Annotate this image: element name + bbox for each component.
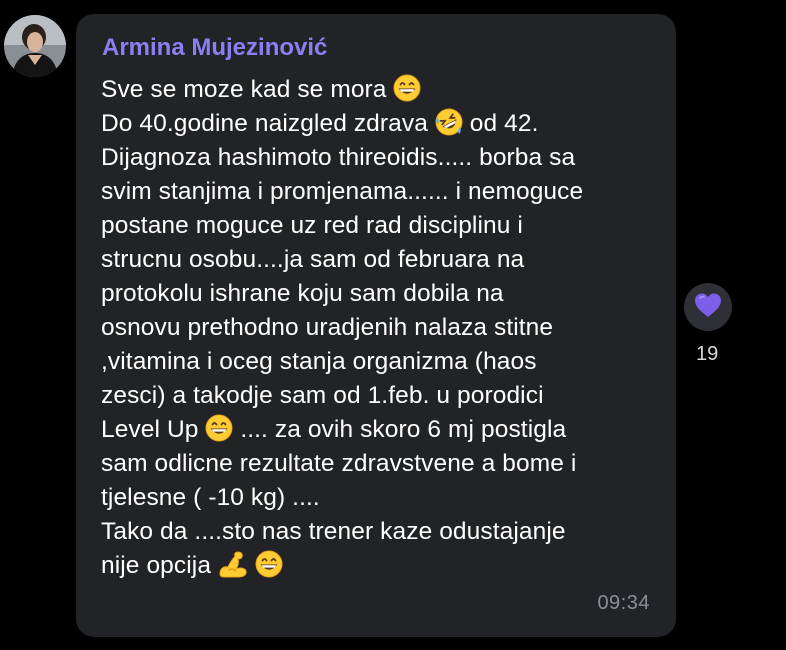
- message-text-segment: svim stanjima i promjenama...... i nemog…: [101, 178, 584, 205]
- message-line: Dijagnoza hashimoto thireoidis..... borb…: [101, 141, 671, 175]
- message-text-segment: .... za ovih skoro 6 mj postigla: [233, 416, 567, 443]
- message-text-segment: Dijagnoza hashimoto thireoidis..... borb…: [101, 144, 576, 171]
- purple-heart-icon: [694, 292, 722, 323]
- message-text-segment: zesci) a takodje sam od 1.feb. u porodic…: [101, 382, 544, 409]
- message-text-segment: Sve se moze kad se mora: [101, 76, 394, 103]
- grin-emoji-icon: [255, 550, 283, 578]
- message-timestamp: 09:34: [597, 592, 650, 614]
- message-text: Sve se moze kad se mora Do 40.godine nai…: [101, 73, 671, 583]
- message-line: Do 40.godine naizgled zdrava od 42.: [101, 107, 671, 141]
- message-text-segment: Level Up: [101, 416, 206, 443]
- message-text-segment: strucnu osobu....ja sam od februara na: [101, 246, 525, 273]
- message-line: protokolu ishrane koju sam dobila na: [101, 277, 671, 311]
- message-line: tjelesne ( -10 kg) ....: [101, 481, 671, 515]
- message-text-segment: tjelesne ( -10 kg) ....: [101, 484, 320, 511]
- sender-name[interactable]: Armina Mujezinović: [102, 34, 327, 62]
- message-line: nije opcija: [101, 549, 671, 583]
- reaction-button[interactable]: [684, 283, 732, 331]
- message-text-segment: [248, 552, 255, 579]
- message-line: Level Up .... za ovih skoro 6 mj postigl…: [101, 413, 671, 447]
- message-line: svim stanjima i promjenama...... i nemog…: [101, 175, 671, 209]
- rofl-emoji-icon: [435, 108, 463, 136]
- sender-avatar[interactable]: [4, 15, 66, 77]
- message-line: ,vitamina i oceg stanja organizma (haos: [101, 345, 671, 379]
- reaction-count: 19: [696, 343, 719, 365]
- message-line: Sve se moze kad se mora: [101, 73, 671, 107]
- message-line: zesci) a takodje sam od 1.feb. u porodic…: [101, 379, 671, 413]
- message-line: strucnu osobu....ja sam od februara na: [101, 243, 671, 277]
- grin-emoji-icon: [205, 414, 233, 442]
- message-line: Tako da ....sto nas trener kaze odustaja…: [101, 515, 671, 549]
- message-text-segment: nije opcija: [101, 552, 218, 579]
- message-text-segment: sam odlicne rezultate zdravstvene a bome…: [101, 450, 577, 477]
- message-bubble: Armina Mujezinović Sve se moze kad se mo…: [76, 14, 676, 637]
- grin-emoji-icon: [393, 74, 421, 102]
- message-line: osnovu prethodno uradjenih nalaza stitne: [101, 311, 671, 345]
- message-text-segment: Do 40.godine naizgled zdrava: [101, 110, 435, 137]
- message-text-segment: od 42.: [462, 110, 539, 137]
- message-line: sam odlicne rezultate zdravstvene a bome…: [101, 447, 671, 481]
- muscle-emoji-icon: [218, 550, 248, 578]
- message-text-segment: ,vitamina i oceg stanja organizma (haos: [101, 348, 537, 375]
- message-text-segment: protokolu ishrane koju sam dobila na: [101, 280, 504, 307]
- message-text-segment: postane moguce uz red rad disciplinu i: [101, 212, 523, 239]
- message-line: postane moguce uz red rad disciplinu i: [101, 209, 671, 243]
- message-text-segment: Tako da ....sto nas trener kaze odustaja…: [101, 518, 566, 545]
- message-text-segment: osnovu prethodno uradjenih nalaza stitne: [101, 314, 554, 341]
